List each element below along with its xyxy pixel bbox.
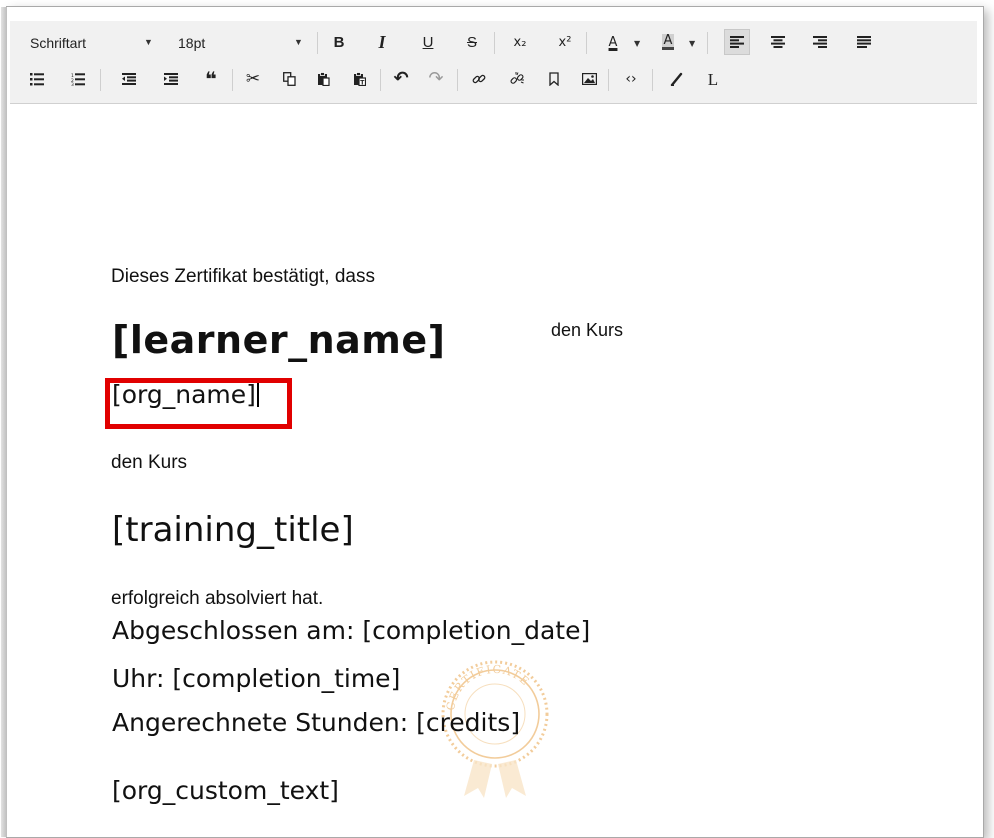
bookmark-icon[interactable] (541, 66, 567, 92)
chevron-down-icon: ▼ (294, 37, 303, 47)
toolbar-divider (232, 69, 233, 91)
italic-icon[interactable]: I (369, 29, 395, 55)
font-size-dropdown[interactable]: 18pt ▼ (178, 32, 318, 54)
toolbar-divider (608, 69, 609, 91)
align-left-icon[interactable] (724, 29, 750, 55)
font-family-dropdown[interactable]: Schriftart ▼ (30, 32, 170, 54)
toolbar-divider (494, 32, 495, 54)
align-right-icon[interactable] (807, 29, 833, 55)
toolbar-divider (586, 32, 587, 54)
editor-toolbar: Schriftart ▼ 18pt ▼ B I U S x₂ x² A ▼ A … (10, 21, 977, 104)
toolbar-divider (100, 69, 101, 91)
learner-name-placeholder: [learner_name] (112, 318, 446, 362)
training-title-placeholder: [training_title] (112, 510, 354, 550)
clear-format-icon[interactable] (664, 66, 690, 92)
chevron-down-icon: ▼ (144, 37, 153, 47)
link-icon[interactable] (466, 66, 492, 92)
paste-text-icon[interactable]: T (346, 66, 372, 92)
completion-date-line: Abgeschlossen am: [completion_date] (112, 616, 591, 645)
font-family-label: Schriftart (30, 35, 87, 51)
special-char-icon[interactable]: L (700, 66, 726, 92)
toolbar-divider (380, 69, 381, 91)
bold-icon[interactable]: B (326, 29, 352, 55)
highlight-box (105, 378, 292, 429)
paste-icon[interactable] (310, 66, 336, 92)
svg-text:CERTIFICATE: CERTIFICATE (444, 663, 533, 712)
bullet-list-icon[interactable] (24, 66, 50, 92)
svg-text:3: 3 (71, 82, 74, 86)
subscript-icon[interactable]: x₂ (507, 29, 533, 55)
source-code-icon[interactable]: ‹› (618, 66, 644, 92)
image-icon[interactable] (576, 66, 602, 92)
floating-course-label: den Kurs (551, 320, 624, 340)
blockquote-icon[interactable]: ❝ (198, 66, 224, 92)
superscript-icon[interactable]: x² (552, 29, 578, 55)
redo-icon[interactable]: ↷ (423, 66, 449, 92)
toolbar-divider (707, 32, 708, 54)
undo-icon[interactable]: ↶ (388, 66, 414, 92)
text-color-icon[interactable]: A (600, 29, 626, 55)
credits-line: Angerechnete Stunden: [credits] (112, 708, 521, 737)
completed-text: erfolgreich absolviert hat. (111, 588, 324, 609)
underline-icon[interactable]: U (415, 29, 441, 55)
completion-time-line: Uhr: [completion_time] (112, 664, 401, 693)
indent-icon[interactable] (158, 66, 184, 92)
seal-text: CERTIFICATE (444, 663, 531, 712)
copy-icon[interactable] (276, 66, 302, 92)
chevron-down-icon: ▼ (689, 39, 696, 48)
font-size-label: 18pt (178, 35, 206, 51)
course-label: den Kurs (111, 452, 188, 473)
background-color-icon[interactable]: A (655, 29, 681, 55)
align-justify-icon[interactable] (851, 29, 877, 55)
numbered-list-icon[interactable]: 123 (65, 66, 91, 92)
unlink-icon[interactable] (504, 66, 530, 92)
outdent-icon[interactable] (116, 66, 142, 92)
chevron-down-icon: ▼ (634, 39, 641, 48)
toolbar-divider (457, 69, 458, 91)
background-color-glyph: A (661, 33, 675, 50)
cut-icon[interactable]: ✂ (240, 66, 266, 92)
toolbar-divider (652, 69, 653, 91)
org-custom-text-placeholder: [org_custom_text] (112, 776, 339, 805)
align-center-icon[interactable] (765, 29, 791, 55)
toolbar-divider (317, 32, 318, 54)
strikethrough-icon[interactable]: S (459, 29, 485, 55)
certificate-intro-text: Dieses Zertifikat bestätigt, dass (111, 266, 375, 287)
editor-content[interactable]: CERTIFICATE Dieses Zertifikat bestätigt,… (10, 104, 977, 823)
